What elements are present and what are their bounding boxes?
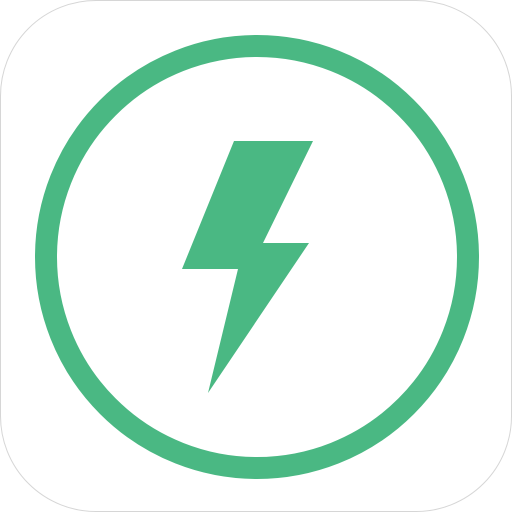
lightning-bolt-icon xyxy=(182,141,313,393)
app-icon[interactable] xyxy=(0,0,512,512)
app-icon-emblem xyxy=(35,35,479,479)
